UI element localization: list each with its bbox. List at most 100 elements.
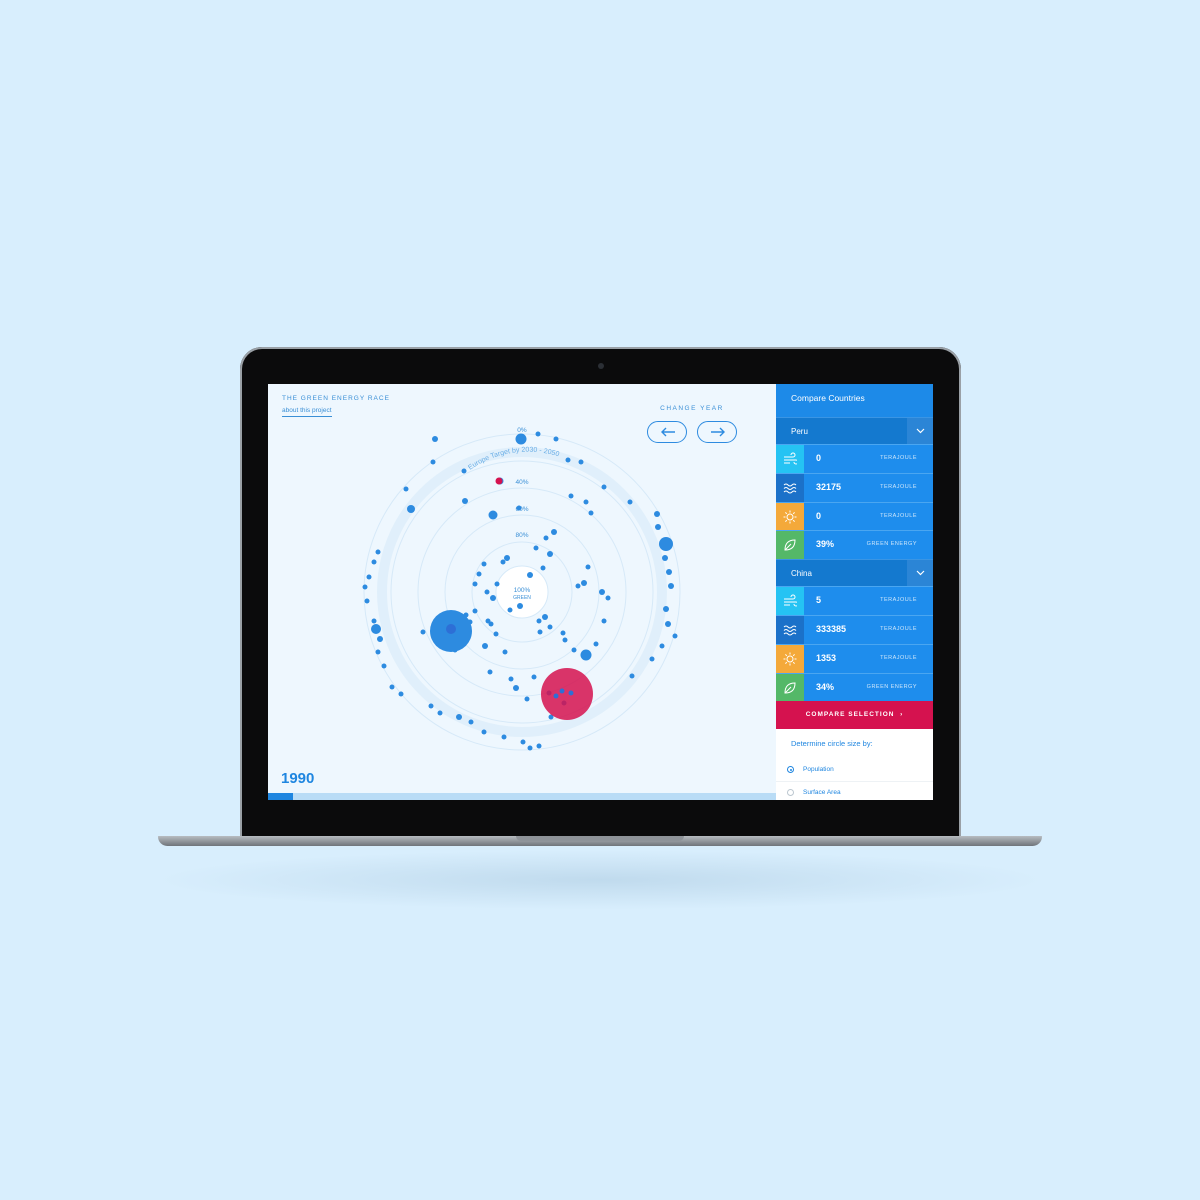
country-dot[interactable] xyxy=(375,649,381,655)
country-dot[interactable] xyxy=(568,493,574,499)
country-dot[interactable] xyxy=(517,603,523,609)
country-dot[interactable] xyxy=(371,624,381,634)
country-dot[interactable] xyxy=(428,703,434,709)
country-dot[interactable] xyxy=(649,656,655,662)
country-dot[interactable] xyxy=(575,583,581,589)
country-dot[interactable] xyxy=(527,745,533,751)
country-dot[interactable] xyxy=(493,631,499,637)
country-dot[interactable] xyxy=(482,643,488,649)
country-dot[interactable] xyxy=(524,696,530,702)
country-select[interactable]: Peru xyxy=(776,417,933,445)
country-dot[interactable] xyxy=(588,510,594,516)
next-year-button[interactable] xyxy=(697,421,737,443)
country-dot[interactable] xyxy=(504,555,510,561)
country-dot[interactable] xyxy=(580,649,592,661)
country-dot[interactable] xyxy=(494,581,500,587)
chevron-down-icon[interactable] xyxy=(907,418,933,445)
country-dot[interactable] xyxy=(432,436,438,442)
country-dot[interactable] xyxy=(659,537,673,551)
country-dot[interactable] xyxy=(403,486,409,492)
country-dot[interactable] xyxy=(559,688,565,694)
country-dot[interactable] xyxy=(601,618,607,624)
country-dot[interactable] xyxy=(542,614,548,620)
country-dot[interactable] xyxy=(666,569,672,575)
compare-selection-button[interactable]: COMPARE SELECTION › xyxy=(776,701,933,730)
prev-year-button[interactable] xyxy=(647,421,687,443)
country-dot[interactable] xyxy=(487,669,493,675)
country-dot[interactable] xyxy=(420,629,426,635)
country-dot[interactable] xyxy=(398,691,404,697)
country-dot[interactable] xyxy=(562,637,568,643)
country-dot[interactable] xyxy=(540,565,546,571)
country-dot[interactable] xyxy=(501,734,507,740)
country-dot[interactable] xyxy=(663,606,669,612)
country-dot[interactable] xyxy=(507,607,513,613)
country-dot[interactable] xyxy=(535,431,541,437)
country-dot[interactable] xyxy=(553,436,559,442)
country-dot[interactable] xyxy=(568,690,574,696)
country-dot[interactable] xyxy=(513,685,519,691)
country-dot[interactable] xyxy=(627,499,633,505)
country-dot[interactable] xyxy=(375,549,381,555)
country-dot[interactable] xyxy=(437,710,443,716)
country-dot[interactable] xyxy=(585,564,591,570)
country-dot[interactable] xyxy=(502,649,508,655)
country-dot[interactable] xyxy=(476,571,482,577)
country-dot[interactable] xyxy=(543,535,549,541)
country-dot[interactable] xyxy=(472,608,478,614)
country-dot[interactable] xyxy=(527,572,533,578)
country-dot[interactable] xyxy=(485,618,491,624)
country-dot[interactable] xyxy=(520,739,526,745)
country-dot[interactable] xyxy=(668,583,674,589)
country-dot[interactable] xyxy=(547,551,553,557)
country-dot[interactable] xyxy=(536,618,542,624)
country-dot[interactable] xyxy=(629,673,635,679)
country-dot[interactable] xyxy=(533,545,539,551)
country-dot[interactable] xyxy=(456,714,462,720)
country-dot[interactable] xyxy=(553,693,559,699)
country-dot[interactable] xyxy=(547,624,553,630)
country-dot[interactable] xyxy=(551,529,557,535)
country-dot[interactable] xyxy=(362,584,368,590)
country-dot[interactable] xyxy=(581,580,587,586)
country-dot[interactable] xyxy=(446,624,456,634)
country-dot[interactable] xyxy=(364,598,370,604)
country-dot[interactable] xyxy=(515,433,527,445)
country-dot[interactable] xyxy=(490,595,496,601)
country-dot[interactable] xyxy=(462,498,468,504)
country-dot[interactable] xyxy=(468,719,474,725)
country-dot[interactable] xyxy=(481,729,487,735)
highlighted-country-circle[interactable] xyxy=(541,668,593,720)
country-dot[interactable] xyxy=(583,499,589,505)
country-dot[interactable] xyxy=(366,574,372,580)
country-dot[interactable] xyxy=(472,581,478,587)
country-select[interactable]: China xyxy=(776,559,933,588)
country-dot[interactable] xyxy=(516,505,522,511)
timeline-bar[interactable] xyxy=(268,793,776,800)
country-dot[interactable] xyxy=(599,589,605,595)
country-dot[interactable] xyxy=(537,629,543,635)
country-dot[interactable] xyxy=(672,633,678,639)
country-dot[interactable] xyxy=(662,555,668,561)
country-dot[interactable] xyxy=(430,459,436,465)
country-dot[interactable] xyxy=(407,505,415,513)
country-dot[interactable] xyxy=(500,559,506,565)
country-dot[interactable] xyxy=(605,595,611,601)
country-dot[interactable] xyxy=(461,468,467,474)
radio-population[interactable]: Population xyxy=(776,759,933,783)
highlighted-country-dot[interactable] xyxy=(495,477,503,485)
country-dot[interactable] xyxy=(484,589,490,595)
country-dot[interactable] xyxy=(488,510,498,520)
country-dot[interactable] xyxy=(665,621,671,627)
country-dot[interactable] xyxy=(659,643,665,649)
country-dot[interactable] xyxy=(578,459,584,465)
country-dot[interactable] xyxy=(531,674,537,680)
country-dot[interactable] xyxy=(654,511,660,517)
country-dot[interactable] xyxy=(371,618,377,624)
country-dot[interactable] xyxy=(508,676,514,682)
country-dot[interactable] xyxy=(560,630,566,636)
country-dot[interactable] xyxy=(481,561,487,567)
country-dot[interactable] xyxy=(593,641,599,647)
country-dot[interactable] xyxy=(601,484,607,490)
country-dot[interactable] xyxy=(536,743,542,749)
